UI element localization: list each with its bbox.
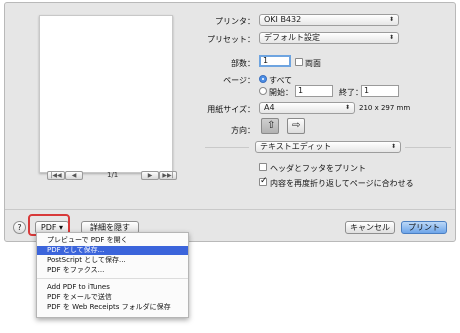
page-range-radio[interactable] [259,87,267,95]
menu-item-open-in-preview[interactable]: プレビューで PDF を開く [37,236,188,245]
rewrap-checkbox[interactable] [259,176,268,186]
landscape-button[interactable]: ⇨ [287,118,305,134]
printer-label: プリンタ： [215,17,255,26]
paper-size-label: 用紙サイズ： [207,105,255,114]
last-page-button[interactable]: ▶▶| [159,171,177,180]
printer-popup[interactable]: OKI B432 ⬍ [259,14,399,26]
print-dialog: |◀◀ ◀ 1/1 ▶ ▶▶| プリンタ： OKI B432 ⬍ プリセット： … [4,2,456,242]
from-field[interactable]: 1 [295,85,333,97]
portrait-icon: ⇧ [267,120,276,131]
menu-item-fax-pdf[interactable]: PDF をファクス... [37,266,188,275]
to-field[interactable]: 1 [361,85,399,97]
rewrap-label: 内容を再度折り返してページに合わせる [270,179,414,188]
menu-item-save-as-pdf[interactable]: PDF として保存... [37,246,188,255]
pages-label: ページ： [223,76,255,85]
next-page-button[interactable]: ▶ [141,171,159,180]
page-count: 1/1 [107,171,119,179]
popup-arrows-icon: ⬍ [388,34,394,41]
print-button[interactable]: プリント [401,221,447,234]
popup-arrows-icon: ⬍ [344,104,350,111]
panel-divider [405,147,451,148]
landscape-icon: ⇨ [292,120,301,131]
page-preview [39,15,173,173]
popup-arrows-icon: ⬍ [388,16,394,23]
header-footer-label: ヘッダとフッタをプリント [270,164,366,173]
header-footer-checkbox[interactable] [259,163,267,171]
from-label: 開始： [269,88,293,97]
all-pages-radio[interactable] [259,75,267,83]
menu-item-save-as-postscript[interactable]: PostScript として保存... [37,256,188,265]
copies-field[interactable]: 1 [259,55,291,67]
bottom-divider [5,209,455,210]
menu-item-add-to-itunes[interactable]: Add PDF to iTunes [37,283,188,292]
preset-popup[interactable]: デフォルト設定 ⬍ [259,32,399,44]
paper-dimensions: 210 x 297 mm [359,104,411,112]
preset-value: デフォルト設定 [264,33,320,42]
pdf-menu: プレビューで PDF を開く PDF として保存... PostScript と… [36,232,189,318]
portrait-button[interactable]: ⇧ [261,118,279,134]
duplex-checkbox[interactable] [295,58,303,66]
paper-size-value: A4 [264,103,275,112]
first-page-button[interactable]: |◀◀ [47,171,65,180]
to-label: 終了： [339,88,363,97]
panel-divider [205,147,249,148]
app-panel-value: テキストエディット [260,142,332,151]
prev-page-button[interactable]: ◀ [65,171,83,180]
popup-arrows-icon: ⬍ [390,143,396,150]
printer-value: OKI B432 [264,15,302,24]
preset-label: プリセット： [207,35,255,44]
all-pages-label: すべて [269,76,293,85]
menu-item-mail-pdf[interactable]: PDF をメールで送信 [37,293,188,302]
cancel-button[interactable]: キャンセル [345,221,395,234]
menu-separator [37,278,188,279]
paper-size-popup[interactable]: A4 ⬍ [259,102,355,114]
orientation-label: 方向： [231,126,255,135]
copies-label: 部数： [231,59,255,68]
help-button[interactable]: ? [13,221,26,234]
duplex-label: 両面 [305,59,321,68]
menu-item-save-to-web-receipts[interactable]: PDF を Web Receipts フォルダに保存 [37,303,188,312]
app-panel-popup[interactable]: テキストエディット ⬍ [255,141,401,153]
